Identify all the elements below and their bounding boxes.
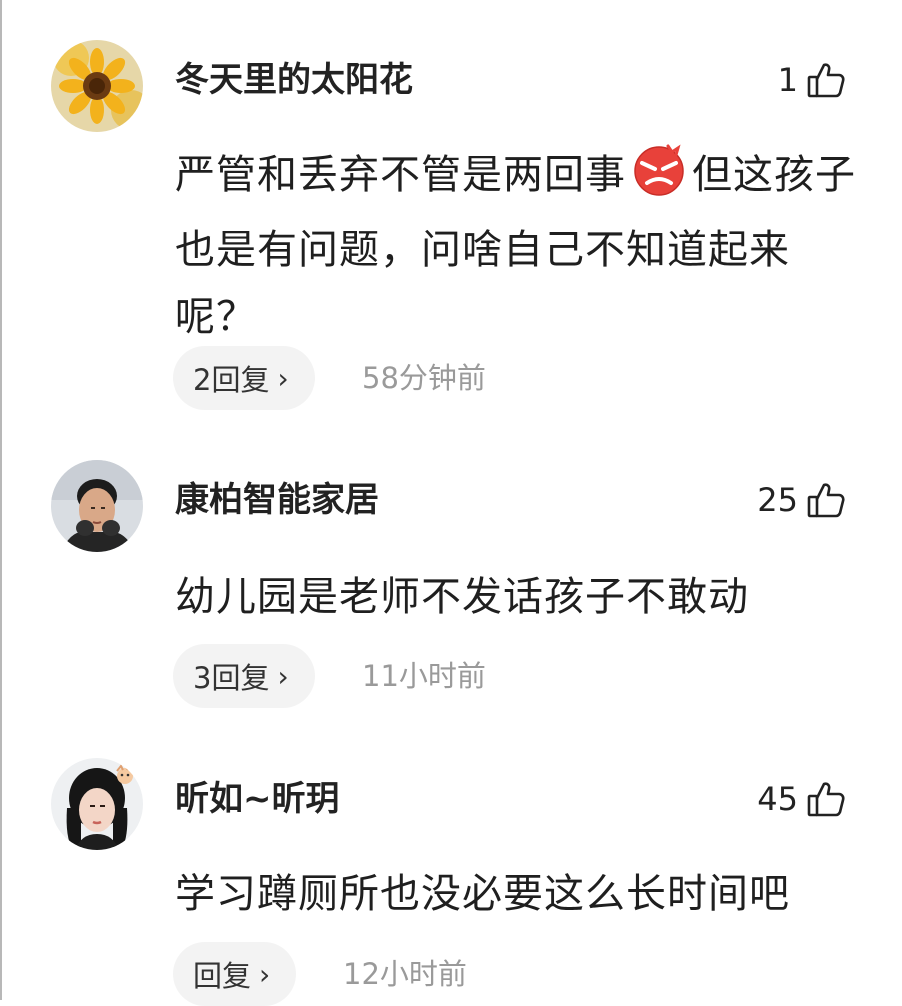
replies-button[interactable]: 3回复 ›: [173, 644, 315, 708]
username[interactable]: 冬天里的太阳花: [175, 60, 413, 100]
comment-timestamp: 58分钟前: [362, 361, 486, 395]
comment-text: 严管和丢弃不管是两回事 但这孩子也是有问题，问啥自己不知道起来呢？: [175, 142, 865, 351]
thumbs-up-icon[interactable]: [806, 779, 846, 819]
avatar[interactable]: [51, 758, 143, 850]
replies-label: 2回复: [193, 363, 270, 397]
avatar[interactable]: [51, 40, 143, 132]
replies-label: 回复: [193, 959, 252, 993]
replies-button[interactable]: 2回复 ›: [173, 346, 315, 410]
like-count: 1: [777, 61, 798, 99]
like-count: 45: [757, 780, 798, 818]
chevron-right-icon: ›: [277, 361, 289, 395]
like-button[interactable]: 45: [757, 777, 846, 821]
username[interactable]: 康柏智能家居: [175, 480, 379, 520]
replies-button[interactable]: 回复 ›: [173, 942, 297, 1006]
chevron-right-icon: ›: [259, 957, 271, 991]
comment-text-part: 严管和丢弃不管是两回事: [175, 152, 626, 198]
avatar[interactable]: [51, 460, 143, 552]
angry-face-icon: [628, 144, 690, 217]
like-button[interactable]: 1: [778, 58, 846, 102]
replies-label: 3回复: [193, 661, 270, 695]
chevron-right-icon: ›: [277, 659, 289, 693]
thumbs-up-icon[interactable]: [806, 60, 846, 100]
username[interactable]: 昕如~昕玥: [175, 779, 340, 819]
comment-timestamp: 11小时前: [362, 659, 486, 693]
like-count: 25: [757, 481, 798, 519]
like-button[interactable]: 25: [757, 478, 846, 522]
comment-timestamp: 12小时前: [343, 957, 467, 991]
comment-text: 学习蹲厕所也没必要这么长时间吧: [175, 871, 790, 917]
thumbs-up-icon[interactable]: [806, 480, 846, 520]
comment-text: 幼儿园是老师不发话孩子不敢动: [175, 574, 749, 620]
left-edge-divider: [0, 0, 2, 1000]
